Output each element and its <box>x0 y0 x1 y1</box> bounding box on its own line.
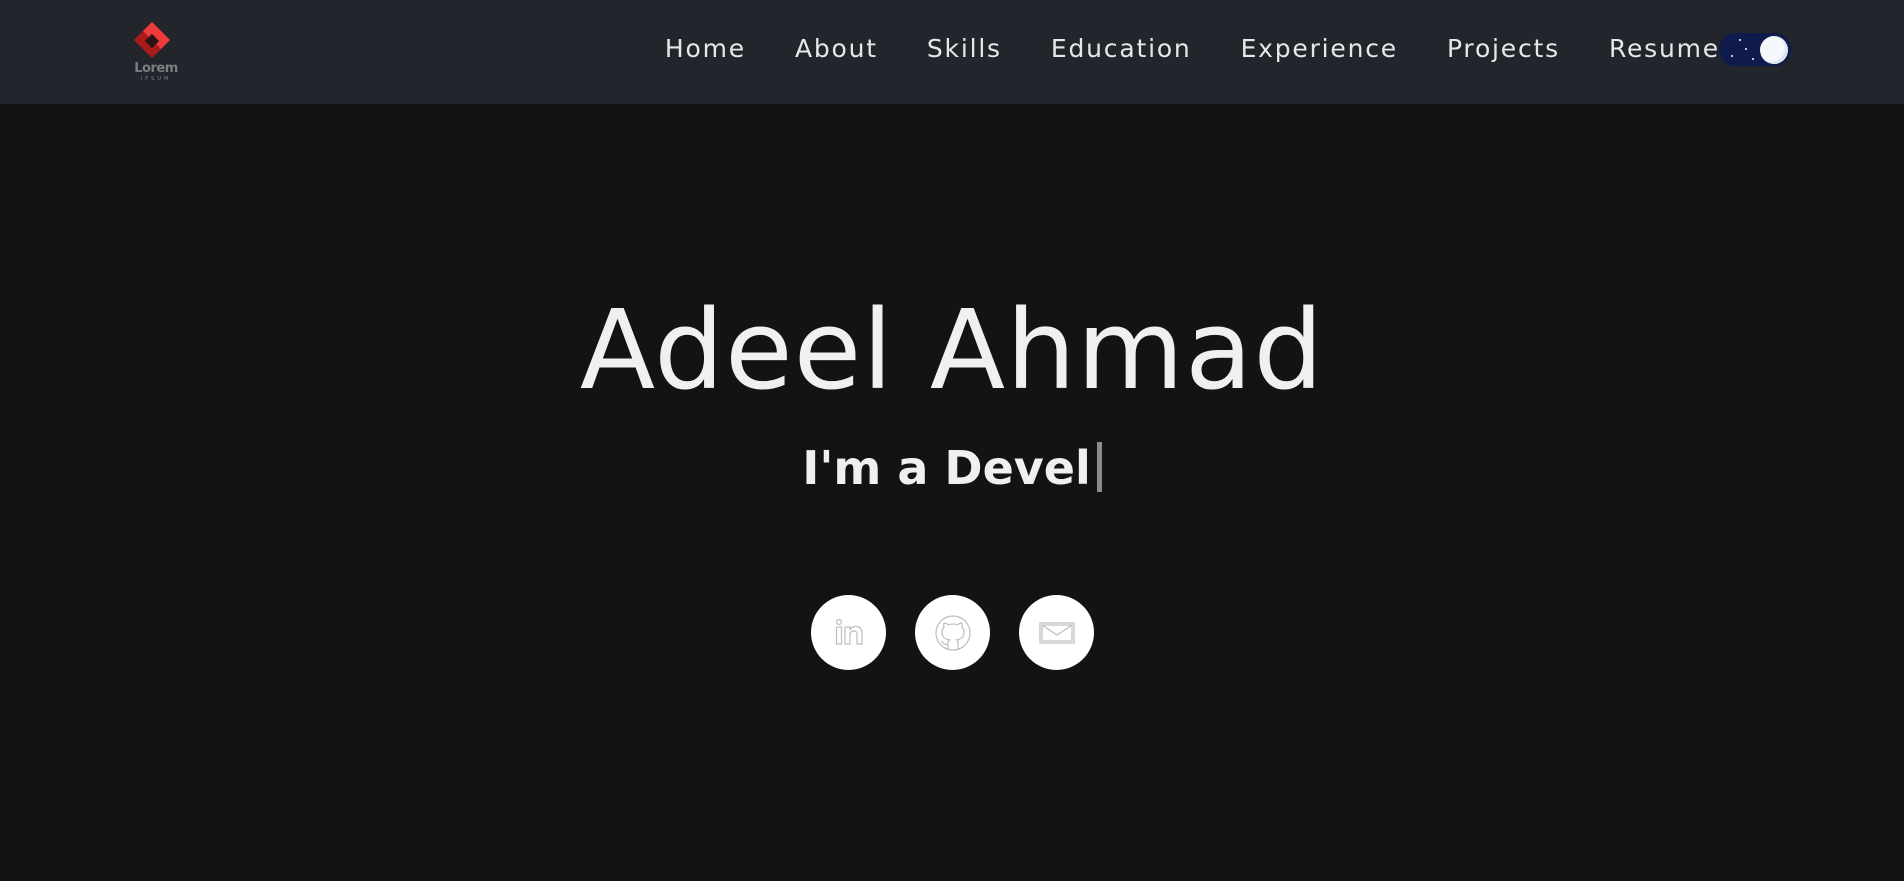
star-icon <box>1731 55 1733 57</box>
nav-projects-link[interactable]: Projects <box>1447 34 1560 63</box>
diamond-logo-icon <box>134 22 170 58</box>
mail-icon <box>1038 621 1075 644</box>
nav-education-link[interactable]: Education <box>1051 34 1192 63</box>
nav-resume-link[interactable]: Resume <box>1609 34 1720 63</box>
github-button[interactable] <box>915 595 990 670</box>
nav-links: Home About Skills Education Experience P… <box>665 28 1720 68</box>
hero-name: Adeel Ahmad <box>579 286 1325 414</box>
nav-about-link[interactable]: About <box>795 34 878 63</box>
typing-cursor <box>1096 442 1102 492</box>
typed-text: I'm a Devel <box>802 441 1091 495</box>
email-button[interactable] <box>1019 595 1094 670</box>
nav-experience-link[interactable]: Experience <box>1241 34 1398 63</box>
star-icon <box>1739 39 1741 41</box>
linkedin-button[interactable] <box>811 595 886 670</box>
nav-home-link[interactable]: Home <box>665 34 746 63</box>
star-icon <box>1745 48 1747 50</box>
social-links <box>0 595 1904 670</box>
site-logo[interactable]: Lorem IPSUM <box>130 20 182 86</box>
logo-text: Lorem <box>134 61 178 76</box>
star-icon <box>1752 58 1754 60</box>
logo-subtext: IPSUM <box>140 76 172 82</box>
theme-toggle[interactable] <box>1719 33 1791 66</box>
navbar: Lorem IPSUM Home About Skills Education … <box>0 0 1904 104</box>
github-icon <box>934 614 971 651</box>
nav-skills-link[interactable]: Skills <box>927 34 1002 63</box>
linkedin-icon <box>835 618 863 645</box>
moon-icon <box>1760 36 1788 64</box>
hero-subtitle: I'm a Devel <box>0 438 1904 498</box>
